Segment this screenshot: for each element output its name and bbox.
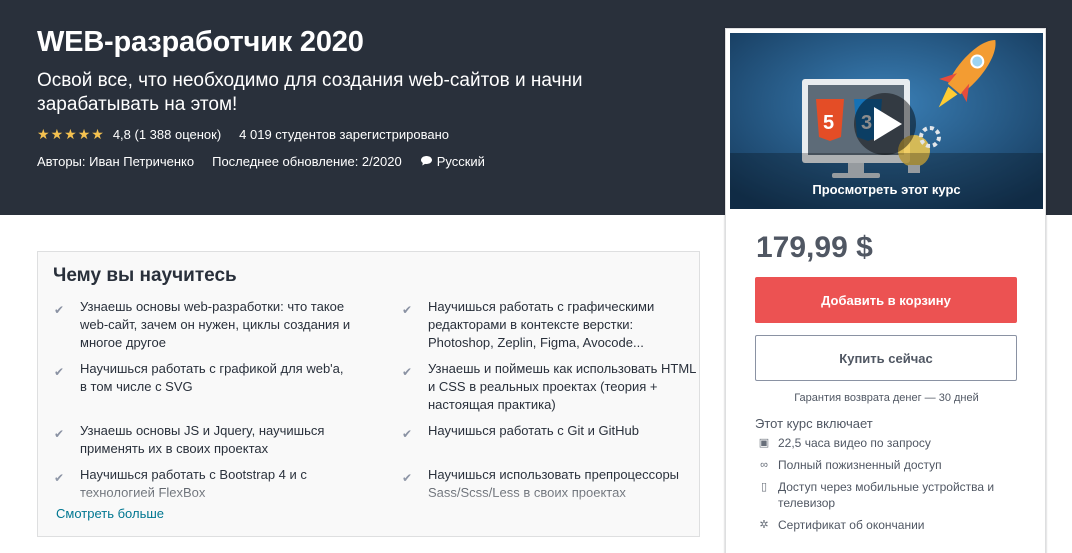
rating-text[interactable]: 4,8 (1 388 оценок) — [113, 127, 221, 142]
learn-list-left: ✔ Узнаешь основы web-разработки: что так… — [53, 298, 353, 502]
course-header-content: WEB-разработчик 2020 Освой все, что необ… — [37, 24, 697, 170]
star-icon: ★ — [64, 126, 77, 142]
learn-item-text: Научишься работать с графикой для web'а,… — [80, 361, 344, 394]
check-icon: ✔ — [54, 365, 65, 379]
certificate-icon: ✲ — [759, 519, 769, 531]
check-icon: ✔ — [402, 427, 413, 441]
rating-row: ★ ★ ★ ★ ★ 4,8 (1 388 оценок) 4 019 студе… — [37, 125, 697, 143]
add-to-cart-button[interactable]: Добавить в корзину — [755, 277, 1017, 323]
money-back-guarantee: Гарантия возврата денег — 30 дней — [794, 392, 979, 404]
star-icon: ★ — [37, 126, 50, 142]
learn-item: ✔ Научишься работать с Git и GitHub — [401, 422, 699, 441]
play-icon — [874, 107, 902, 141]
star-icon: ★ — [77, 126, 91, 142]
language: Русский — [420, 154, 485, 169]
check-icon: ✔ — [54, 303, 65, 317]
course-preview[interactable]: 5 3 Просмотреть этот курс — [730, 33, 1043, 209]
learn-item-text: Узнаешь основы JS и Jquery, научишься пр… — [80, 423, 325, 456]
price: 179,99 $ — [756, 231, 873, 264]
learn-item: ✔ Научишься работать с графикой для web'… — [53, 360, 353, 396]
learn-item-text: Научишься работать с Git и GitHub — [428, 423, 639, 438]
check-icon: ✔ — [402, 303, 413, 317]
last-updated: Последнее обновление: 2/2020 — [212, 153, 402, 169]
includes-item: ∞ Полный пожизненный доступ — [757, 457, 1027, 473]
star-icon: ★ — [91, 126, 104, 142]
learn-item-text: Научишься работать с графическими редакт… — [428, 299, 655, 350]
includes-item: ▯ Доступ через мобильные устройства и те… — [757, 479, 1027, 511]
preview-label: Просмотреть этот курс — [812, 182, 961, 197]
course-meta: Авторы: Иван Петриченко Последнее обновл… — [37, 152, 697, 170]
buy-now-button[interactable]: Купить сейчас — [755, 335, 1017, 381]
learn-item-text: Узнаешь и поймешь как использовать HTML … — [428, 361, 696, 412]
authors[interactable]: Авторы: Иван Петриченко — [37, 154, 194, 169]
video-icon: ▣ — [758, 437, 770, 449]
star-icon: ★ — [50, 126, 64, 142]
includes-item-text: Доступ через мобильные устройства и теле… — [778, 480, 995, 510]
what-you-will-learn: Чему вы научитесь ✔ Узнаешь основы web-р… — [37, 251, 700, 537]
language-label: Русский — [436, 153, 485, 169]
speech-bubble-icon — [420, 156, 432, 166]
check-icon: ✔ — [402, 365, 413, 379]
learn-item: ✔ Научишься работать с графическими реда… — [401, 298, 699, 352]
svg-text:5: 5 — [823, 112, 834, 134]
see-more-link[interactable]: Смотреть больше — [56, 506, 164, 521]
includes-item-text: Полный пожизненный доступ — [778, 458, 942, 472]
includes-item-text: Сертификат об окончании — [778, 518, 925, 532]
purchase-card: 5 3 Просмотреть этот курс 179,99 $ Добав… — [725, 28, 1046, 553]
mobile-icon: ▯ — [760, 481, 768, 493]
play-button[interactable] — [854, 93, 916, 155]
infinity-icon: ∞ — [760, 459, 768, 471]
check-icon: ✔ — [54, 427, 65, 441]
students-count: 4 019 студентов зарегистрировано — [239, 126, 449, 142]
includes-item: ✲ Сертификат об окончании — [757, 517, 1027, 533]
includes-item-text: 22,5 часа видео по запросу — [778, 436, 931, 450]
learn-item-text: Узнаешь основы web-разработки: что такое… — [80, 299, 351, 350]
course-subtitle: Освой все, что необходимо для создания w… — [37, 70, 583, 115]
learn-item: ✔ Узнаешь и поймешь как использовать HTM… — [401, 360, 699, 414]
course-title: WEB-разработчик 2020 — [37, 26, 364, 58]
includes-item: ▣ 22,5 часа видео по запросу — [757, 435, 1027, 451]
rating-stars: ★ ★ ★ ★ ★ — [37, 127, 105, 141]
learn-list-right: ✔ Научишься работать с графическими реда… — [401, 298, 699, 502]
learn-title: Чему вы научитесь — [53, 265, 237, 286]
includes-list: ▣ 22,5 часа видео по запросу ∞ Полный по… — [757, 435, 1027, 539]
learn-item: ✔ Узнаешь основы web-разработки: что так… — [53, 298, 353, 352]
includes-title: Этот курс включает — [755, 416, 873, 431]
learn-item: ✔ Узнаешь основы JS и Jquery, научишься … — [53, 422, 353, 458]
